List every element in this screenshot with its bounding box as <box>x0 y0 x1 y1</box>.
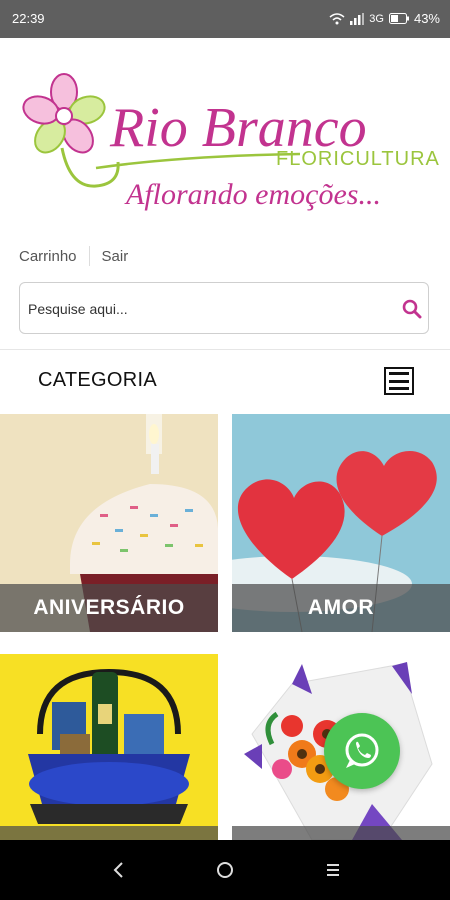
battery-icon <box>388 13 409 24</box>
account-links: Carrinho Sair <box>19 245 128 267</box>
search-input[interactable] <box>26 295 390 323</box>
status-icons: 3G 43% <box>329 11 440 26</box>
status-bar: 22:39 3G 43% <box>0 0 450 38</box>
store-logo[interactable]: Rio Branco FLORICULTURA Aflorando emoçõe… <box>0 38 450 238</box>
logo-graphic: Rio Branco FLORICULTURA Aflorando emoçõe… <box>22 73 440 211</box>
tile-caption: AMOR <box>232 584 450 632</box>
gift-basket-image <box>0 654 218 840</box>
recents-icon[interactable] <box>321 858 345 882</box>
signal-icon <box>350 12 365 25</box>
hamburger-menu-icon[interactable] <box>384 367 414 395</box>
category-label: CATEGORIA <box>38 369 158 391</box>
whatsapp-icon <box>345 733 379 768</box>
whatsapp-button[interactable] <box>324 713 400 789</box>
wifi-icon <box>329 12 345 24</box>
cart-link[interactable]: Carrinho <box>19 248 77 265</box>
category-tile-amor[interactable]: AMOR <box>232 414 450 632</box>
status-time: 22:39 <box>12 11 45 26</box>
tile-caption-partial <box>232 826 450 840</box>
back-icon[interactable] <box>107 858 131 882</box>
network-type: 3G <box>369 12 384 25</box>
category-tile-cesta[interactable] <box>0 654 218 840</box>
category-bar[interactable]: CATEGORIA <box>0 350 450 414</box>
category-tile-aniversario[interactable]: ANIVERSÁRIO <box>0 414 218 632</box>
logout-link[interactable]: Sair <box>102 248 129 265</box>
home-icon[interactable] <box>213 858 237 882</box>
tile-caption-partial <box>0 826 218 840</box>
battery-percent: 43% <box>413 11 440 26</box>
search-box <box>19 282 429 334</box>
tile-caption: ANIVERSÁRIO <box>0 584 218 632</box>
logo-subtitle: FLORICULTURA <box>276 148 440 170</box>
system-nav-bar <box>0 840 450 900</box>
logo-tagline: Aflorando emoções... <box>124 178 381 211</box>
search-icon[interactable] <box>402 299 422 319</box>
link-separator <box>88 246 90 266</box>
